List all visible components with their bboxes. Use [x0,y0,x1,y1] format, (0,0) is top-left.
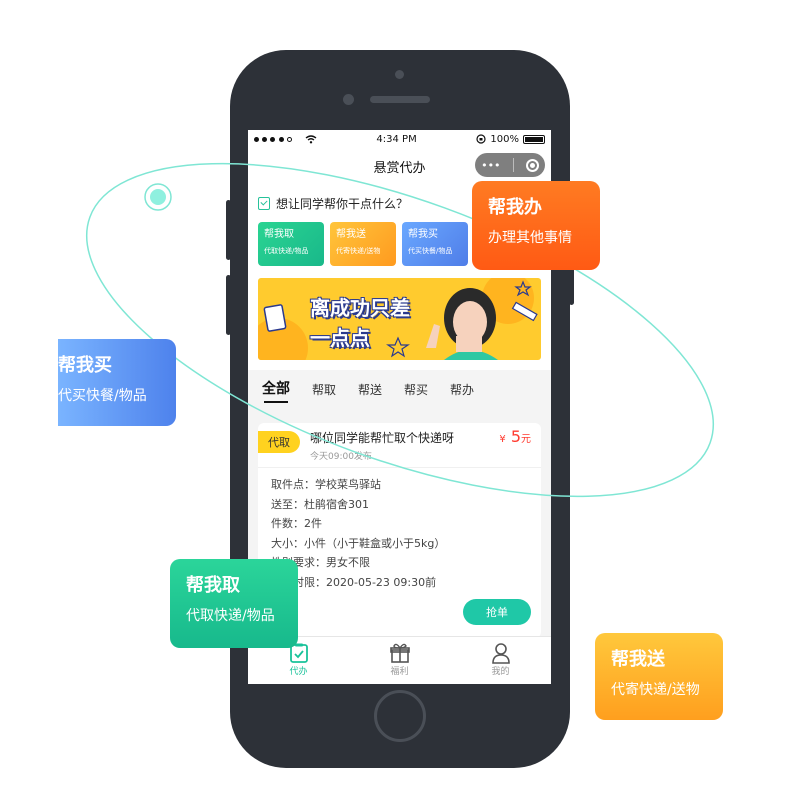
speaker [370,96,430,103]
callout-desc: 代寄快递/送物 [611,682,700,698]
prompt-text: 想让同学帮你干点什么？ [276,196,409,211]
callout-title: 帮我取 [186,575,240,596]
divider [258,467,541,468]
tabbar-item-me[interactable]: 我的 [450,637,551,684]
battery-percent: 100% [490,133,519,145]
battery-icon [522,134,545,144]
service-send-button[interactable]: 帮我送 代寄快递/送物 [330,222,396,266]
order-title: 哪位同学能帮忙取个快递呀 [310,431,455,445]
detail-deliver-to: 送至：杜鹃宿舍301 [271,497,369,511]
status-bar: 4:34 PM 100% [248,130,551,148]
camera-icon [395,70,404,79]
service-sub: 代寄快递/送物 [336,247,381,255]
order-type-badge: 代取 [258,431,300,453]
price-symbol: ¥ [499,434,506,445]
order-time: 今天09:00发布 [310,452,372,462]
tab-send[interactable]: 帮送 [358,381,382,406]
detail-count: 件数：2件 [271,517,322,530]
nav-bar: 悬赏代办 ••• [248,148,551,184]
callout-qu: 帮我取 代取快递/物品 [170,559,298,648]
close-mini-program-icon[interactable] [525,158,539,172]
price-value: 5 [510,427,521,446]
order-price: ¥ 5元 [499,427,531,446]
banner-line-1: 离成功只差 [310,296,410,320]
tabbar-item-welfare[interactable]: 福利 [349,637,450,684]
service-sub: 代取快递/物品 [264,247,309,255]
tab-buy[interactable]: 帮买 [404,381,428,406]
tabbar-label: 我的 [491,667,510,677]
tabbar-label: 代办 [289,667,308,677]
home-button[interactable] [374,690,426,742]
price-unit: 元 [521,434,531,445]
detail-pickup: 取件点：学校菜鸟驿站 [271,478,381,491]
service-title: 帮我送 [336,229,366,240]
checklist-icon [258,196,270,210]
banner-line-2: 一点点 [310,326,370,350]
front-camera-icon [343,94,354,105]
callout-title: 帮我买 [58,355,112,376]
order-card[interactable]: 代取 哪位同学能帮忙取个快递呀 今天09:00发布 ¥ 5元 取件点：学校菜鸟驿… [258,423,541,638]
detail-size: 大小：小件（小于鞋盒或小于5kg） [271,536,446,550]
service-buy-button[interactable]: 帮我买 代买快餐/物品 [402,222,468,266]
callout-song: 帮我送 代寄快递/送物 [595,633,723,720]
tabbar-label: 福利 [390,667,409,677]
service-title: 帮我取 [264,229,294,240]
callout-title: 帮我办 [488,197,542,218]
signal-icon [254,134,292,145]
service-take-button[interactable]: 帮我取 代取快递/物品 [258,222,324,266]
category-tabs: 全部 帮取 帮送 帮买 帮办 [248,370,551,406]
callout-desc: 代取快递/物品 [186,608,275,624]
more-menu-button[interactable]: ••• [481,159,500,172]
page-title: 悬赏代办 [373,160,426,176]
gift-icon [389,643,410,663]
callout-mai: 帮我买 代买快餐/物品 [58,339,176,426]
callout-desc: 办理其他事情 [488,230,572,246]
callout-desc: 代买快餐/物品 [58,388,147,404]
lock-rotation-icon [476,134,486,144]
mini-program-capsule: ••• [475,153,545,177]
grab-order-button[interactable]: 抢单 [463,599,531,625]
wifi-icon [305,134,317,143]
status-time: 4:34 PM [376,133,417,145]
callout-title: 帮我送 [611,649,665,670]
user-icon [491,643,510,664]
promo-banner[interactable]: 离成功只差 一点点 [258,278,541,360]
service-sub: 代买快餐/物品 [408,247,453,255]
tab-take[interactable]: 帮取 [312,381,336,406]
callout-ban: 帮我办 办理其他事情 [472,181,600,270]
service-title: 帮我买 [408,229,438,240]
tab-do[interactable]: 帮办 [450,381,474,406]
tab-all[interactable]: 全部 [262,378,290,406]
